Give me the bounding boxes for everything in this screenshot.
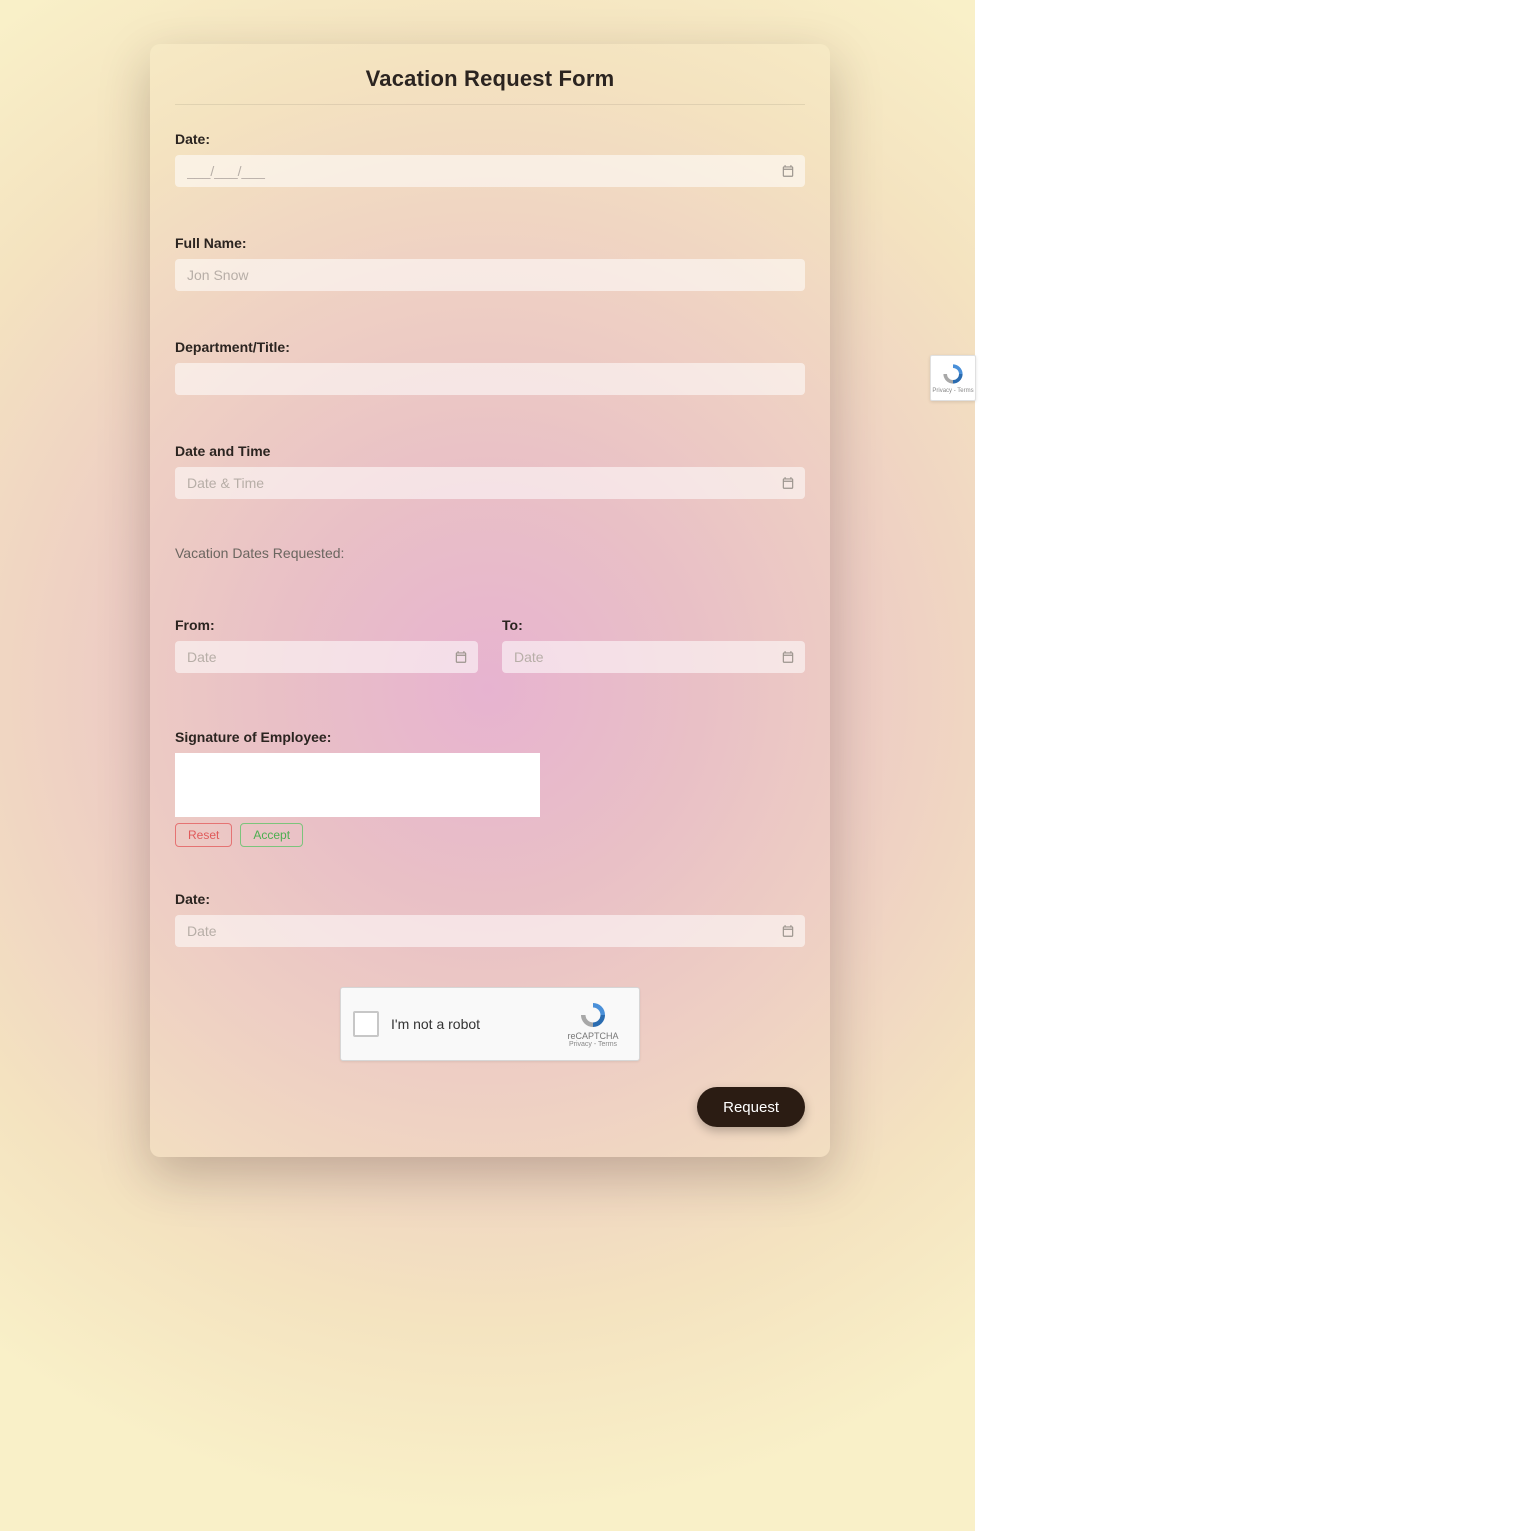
fullname-input[interactable] — [175, 259, 805, 291]
reset-button[interactable]: Reset — [175, 823, 232, 847]
field-to: To: — [502, 617, 805, 673]
recaptcha-badge-text: Privacy - Terms — [932, 388, 973, 394]
label-date: Date: — [175, 131, 805, 147]
input-wrap-to — [502, 641, 805, 673]
field-signature: Signature of Employee: Reset Accept — [175, 729, 805, 847]
recaptcha-logo-icon — [578, 1000, 608, 1030]
label-to: To: — [502, 617, 805, 633]
field-fullname: Full Name: — [175, 235, 805, 291]
date2-input[interactable] — [175, 915, 805, 947]
submit-row: Request — [150, 1087, 830, 1127]
field-date: Date: — [175, 131, 805, 187]
recaptcha-brand-block: reCAPTCHA Privacy - Terms — [559, 1000, 627, 1049]
form-title: Vacation Request Form — [175, 64, 805, 105]
form-card: Vacation Request Form Date: Full Name: D… — [150, 44, 830, 1157]
from-date-input[interactable] — [175, 641, 478, 673]
field-department: Department/Title: — [175, 339, 805, 395]
form-body: Date: Full Name: Department/Title: Date … — [150, 131, 830, 1061]
recaptcha-checkbox[interactable] — [353, 1011, 379, 1037]
to-date-input[interactable] — [502, 641, 805, 673]
label-from: From: — [175, 617, 478, 633]
datetime-input[interactable] — [175, 467, 805, 499]
row-from-to: From: To: — [175, 617, 805, 673]
recaptcha-label: I'm not a robot — [391, 1016, 559, 1032]
input-wrap-fullname — [175, 259, 805, 291]
input-wrap-datetime — [175, 467, 805, 499]
accept-button[interactable]: Accept — [240, 823, 303, 847]
field-date-2: Date: — [175, 891, 805, 947]
signature-canvas[interactable] — [175, 753, 540, 817]
recaptcha-links[interactable]: Privacy - Terms — [559, 1041, 627, 1048]
label-date-2: Date: — [175, 891, 805, 907]
field-datetime: Date and Time — [175, 443, 805, 499]
signature-buttons: Reset Accept — [175, 823, 805, 847]
recaptcha-badge-icon — [941, 362, 965, 386]
recaptcha-badge[interactable]: Privacy - Terms — [930, 355, 976, 401]
input-wrap-date-2 — [175, 915, 805, 947]
field-from: From: — [175, 617, 478, 673]
request-button[interactable]: Request — [697, 1087, 805, 1127]
label-fullname: Full Name: — [175, 235, 805, 251]
label-signature: Signature of Employee: — [175, 729, 805, 745]
vacation-dates-note: Vacation Dates Requested: — [175, 545, 805, 561]
date-input[interactable] — [175, 155, 805, 187]
label-department: Department/Title: — [175, 339, 805, 355]
input-wrap-date — [175, 155, 805, 187]
label-datetime: Date and Time — [175, 443, 805, 459]
input-wrap-department — [175, 363, 805, 395]
recaptcha-brand-text: reCAPTCHA — [559, 1032, 627, 1042]
department-input[interactable] — [175, 363, 805, 395]
recaptcha-widget: I'm not a robot reCAPTCHA Privacy - Term… — [340, 987, 640, 1061]
input-wrap-from — [175, 641, 478, 673]
